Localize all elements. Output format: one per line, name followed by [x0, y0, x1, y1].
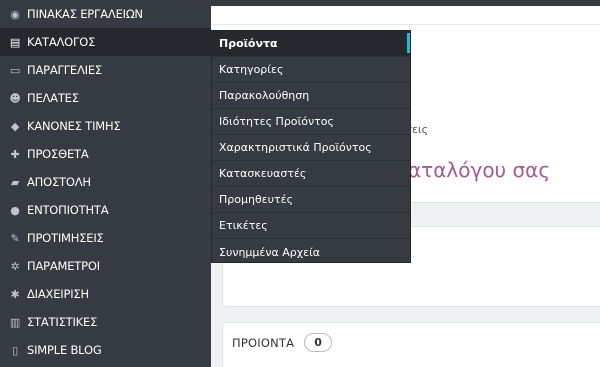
products-panel-heading: ΠΡΟΙΟΝΤΑ 0 — [232, 333, 333, 352]
sidebar-item-orders[interactable]: ▭ ΠΑΡΑΓΓΕΛΙΕΣ — [0, 56, 211, 84]
sidebar-item-preferences[interactable]: ✎ ΠΡΟΤΙΜΗΣΕΙΣ — [0, 224, 211, 252]
dashboard-icon: ◉ — [10, 7, 20, 21]
sidebar-item-administration[interactable]: ✱ ΔΙΑΧΕΙΡΙΣΗ — [0, 280, 211, 308]
sidebar-item-localization[interactable]: ● ΕΝΤΟΠΙΟΤΗΤΑ — [0, 196, 211, 224]
sidebar-item-stats[interactable]: ▥ ΣΤΑΤΙΣΤΙΚΕΣ — [0, 308, 211, 336]
sidebar-item-modules[interactable]: ✚ ΠΡΟΣΘΕΤΑ — [0, 140, 211, 168]
submenu-item-categories[interactable]: Κατηγορίες — [212, 57, 410, 83]
sidebar-item-label: ΕΝΤΟΠΙΟΤΗΤΑ — [27, 203, 109, 217]
submenu-item-products[interactable]: Προϊόντα — [212, 31, 410, 57]
sidebar-item-label: ΚΑΝΟΝΕΣ ΤΙΜΗΣ — [27, 119, 121, 133]
products-heading-label: ΠΡΟΙΟΝΤΑ — [232, 335, 295, 350]
file-icon: ▯ — [12, 343, 18, 357]
globe-icon: ● — [10, 203, 20, 217]
sidebar-item-shipping[interactable]: ▰ ΑΠΟΣΤΟΛΗ — [0, 168, 211, 196]
sidebar-item-label: ΠΡΟΤΙΜΗΣΕΙΣ — [27, 231, 104, 245]
products-count-badge: 0 — [304, 333, 333, 352]
page-title: αταλόγου σας — [408, 158, 551, 182]
cog-icon: ✱ — [10, 287, 20, 301]
sidebar-item-label: ΠΕΛΑΤΕΣ — [27, 91, 79, 105]
puzzle-icon: ✚ — [10, 147, 20, 161]
header-divider — [211, 24, 600, 25]
sidebar-item-label: ΠΑΡΑΜΕΤΡΟΙ — [27, 259, 100, 273]
sidebar-item-dashboard[interactable]: ◉ ΠΙΝΑΚΑΣ ΕΡΓΑΛΕΙΩΝ — [0, 0, 211, 28]
tags-icon: ◆ — [10, 119, 20, 133]
users-icon: ☻ — [9, 91, 21, 105]
book-icon: ▤ — [9, 35, 21, 49]
sidebar-item-price-rules[interactable]: ◆ ΚΑΝΟΝΕΣ ΤΙΜΗΣ — [0, 112, 211, 140]
sidebar-item-label: ΠΑΡΑΓΓΕΛΙΕΣ — [27, 63, 102, 77]
submenu-item-suppliers[interactable]: Προμηθευτές — [212, 187, 410, 213]
catalog-submenu: Προϊόντα Κατηγορίες Παρακολούθηση Ιδιότη… — [211, 30, 411, 263]
sidebar-item-label: ΔΙΑΧΕΙΡΙΣΗ — [27, 287, 89, 301]
truck-icon: ▰ — [10, 175, 20, 189]
credit-card-icon: ▭ — [9, 63, 21, 77]
sidebar-item-label: ΠΙΝΑΚΑΣ ΕΡΓΑΛΕΙΩΝ — [27, 7, 143, 21]
submenu-item-manufacturers[interactable]: Κατασκευαστές — [212, 161, 410, 187]
sidebar-item-parameters[interactable]: ✲ ΠΑΡΑΜΕΤΡΟΙ — [0, 252, 211, 280]
sidebar-item-label: ΠΡΟΣΘΕΤΑ — [27, 147, 89, 161]
sidebar-item-label: ΣΤΑΤΙΣΤΙΚΕΣ — [27, 315, 98, 329]
sidebar-item-label: ΚΑΤΑΛΟΓΟΣ — [27, 35, 96, 49]
submenu-item-features[interactable]: Χαρακτηριστικά Προϊόντος — [212, 135, 410, 161]
cogs-icon: ✲ — [10, 259, 20, 273]
sidebar-item-customers[interactable]: ☻ ΠΕΛΑΤΕΣ — [0, 84, 211, 112]
sidebar-item-catalog[interactable]: ▤ ΚΑΤΑΛΟΓΟΣ — [0, 28, 211, 56]
submenu-item-attributes[interactable]: Ιδιότητες Προϊόντος — [212, 109, 410, 135]
sidebar: ◉ ΠΙΝΑΚΑΣ ΕΡΓΑΛΕΙΩΝ ▤ ΚΑΤΑΛΟΓΟΣ ▭ ΠΑΡΑΓΓ… — [0, 0, 211, 367]
sidebar-item-label: ΑΠΟΣΤΟΛΗ — [27, 175, 91, 189]
submenu-item-monitoring[interactable]: Παρακολούθηση — [212, 83, 410, 109]
bar-chart-icon: ▥ — [9, 315, 21, 329]
submenu-item-attachments[interactable]: Συνημμένα Αρχεία — [212, 239, 410, 265]
wrench-icon: ✎ — [10, 231, 20, 245]
sidebar-item-simple-blog[interactable]: ▯ SIMPLE BLOG — [0, 336, 211, 364]
sidebar-item-label: SIMPLE BLOG — [27, 343, 102, 357]
submenu-item-tags[interactable]: Ετικέτες — [212, 213, 410, 239]
